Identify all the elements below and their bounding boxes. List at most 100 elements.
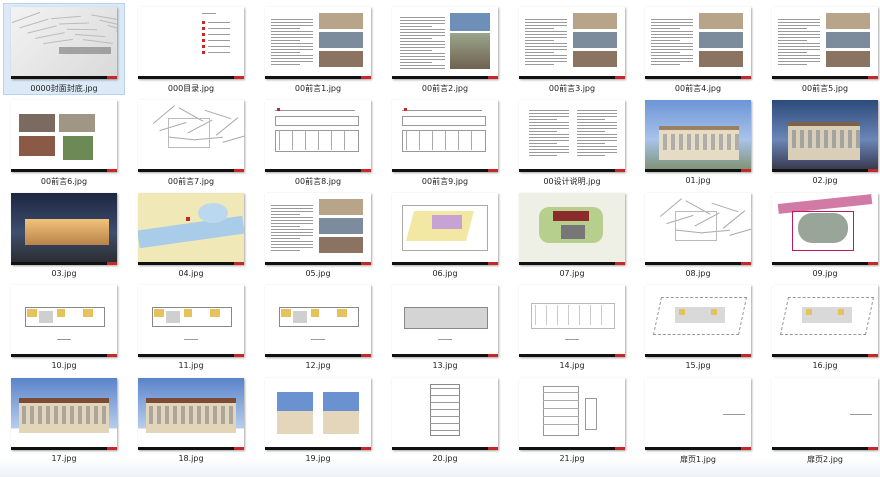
file-thumbnail[interactable]: 扉页1.jpg	[637, 374, 759, 466]
thumbnail-footer-bar	[645, 447, 751, 450]
thumbnail-footer-bar	[138, 262, 244, 265]
file-thumbnail[interactable]: 00前言7.jpg	[130, 96, 252, 188]
thumbnail-image	[519, 100, 625, 172]
file-thumbnail[interactable]: 19.jpg	[257, 374, 379, 466]
file-name-label: 00前言6.jpg	[40, 177, 88, 186]
thumbnail-footer-bar	[11, 447, 117, 450]
thumbnail-image	[392, 285, 498, 357]
thumbnail-image	[265, 193, 371, 265]
file-name-label: 00前言4.jpg	[674, 84, 722, 93]
file-name-label: 10.jpg	[51, 361, 77, 370]
file-name-label: 00前言7.jpg	[167, 177, 215, 186]
thumbnail-footer-bar	[519, 447, 625, 450]
file-name-label: 20.jpg	[432, 454, 458, 463]
thumbnail-footer-bar	[265, 354, 371, 357]
file-name-label: 00前言8.jpg	[294, 177, 342, 186]
file-name-label: 11.jpg	[178, 361, 204, 370]
thumbnail-footer-bar	[519, 76, 625, 79]
file-name-label: 00前言5.jpg	[801, 84, 849, 93]
thumbnail-image	[772, 100, 878, 172]
thumbnail-footer-bar	[11, 262, 117, 265]
file-thumbnail[interactable]: 04.jpg	[130, 189, 252, 281]
file-thumbnail[interactable]: 16.jpg	[764, 281, 880, 373]
thumbnail-footer-bar	[392, 169, 498, 172]
file-thumbnail[interactable]: 00前言3.jpg	[511, 3, 633, 95]
thumbnail-image	[772, 7, 878, 79]
file-name-label: 03.jpg	[51, 269, 77, 278]
thumbnail-image	[645, 7, 751, 79]
thumbnail-image	[645, 285, 751, 357]
thumbnail-image	[11, 7, 117, 79]
file-name-label: 14.jpg	[559, 361, 585, 370]
file-name-label: 04.jpg	[178, 269, 204, 278]
file-thumbnail[interactable]: 09.jpg	[764, 189, 880, 281]
file-name-label: 02.jpg	[812, 176, 838, 185]
file-thumbnail[interactable]: 10.jpg	[3, 281, 125, 373]
thumbnail-image	[772, 378, 878, 450]
file-name-label: 05.jpg	[305, 269, 331, 278]
file-thumbnail[interactable]: 0000封面封底.jpg	[3, 3, 125, 95]
file-name-label: 18.jpg	[178, 454, 204, 463]
thumbnail-image	[265, 378, 371, 450]
file-thumbnail[interactable]: 07.jpg	[511, 189, 633, 281]
thumbnail-image	[645, 378, 751, 450]
file-thumbnail[interactable]: 扉页2.jpg	[764, 374, 880, 466]
thumbnail-footer-bar	[392, 262, 498, 265]
file-thumbnail[interactable]: 20.jpg	[384, 374, 506, 466]
thumbnail-footer-bar	[138, 169, 244, 172]
file-thumbnail[interactable]: 000目录.jpg	[130, 3, 252, 95]
thumbnail-grid: 0000封面封底.jpg 000目录.jpg 00前言1.jpg 00前言2.jpg 0…	[0, 0, 880, 477]
file-thumbnail[interactable]: 00前言1.jpg	[257, 3, 379, 95]
file-thumbnail[interactable]: 11.jpg	[130, 281, 252, 373]
thumbnail-image	[11, 378, 117, 450]
thumbnail-image	[519, 193, 625, 265]
file-name-label: 00设计说明.jpg	[543, 177, 601, 186]
thumbnail-footer-bar	[392, 76, 498, 79]
file-thumbnail[interactable]: 08.jpg	[637, 189, 759, 281]
file-thumbnail[interactable]: 21.jpg	[511, 374, 633, 466]
file-name-label: 12.jpg	[305, 361, 331, 370]
file-name-label: 08.jpg	[685, 269, 711, 278]
thumbnail-image	[519, 285, 625, 357]
thumbnail-image	[392, 378, 498, 450]
thumbnail-image	[265, 100, 371, 172]
file-thumbnail[interactable]: 00前言6.jpg	[3, 96, 125, 188]
thumbnail-image	[392, 100, 498, 172]
file-thumbnail[interactable]: 06.jpg	[384, 189, 506, 281]
file-name-label: 00前言1.jpg	[294, 84, 342, 93]
file-thumbnail[interactable]: 05.jpg	[257, 189, 379, 281]
file-thumbnail[interactable]: 00设计说明.jpg	[511, 96, 633, 188]
file-thumbnail[interactable]: 02.jpg	[764, 96, 880, 188]
thumbnail-image	[138, 378, 244, 450]
file-name-label: 06.jpg	[432, 269, 458, 278]
thumbnail-footer-bar	[138, 354, 244, 357]
file-thumbnail[interactable]: 00前言4.jpg	[637, 3, 759, 95]
file-name-label: 00前言2.jpg	[421, 84, 469, 93]
file-thumbnail[interactable]: 00前言2.jpg	[384, 3, 506, 95]
thumbnail-image	[645, 193, 751, 265]
thumbnail-footer-bar	[772, 169, 878, 172]
file-thumbnail[interactable]: 00前言8.jpg	[257, 96, 379, 188]
thumbnail-footer-bar	[519, 354, 625, 357]
file-thumbnail[interactable]: 17.jpg	[3, 374, 125, 466]
thumbnail-image	[138, 100, 244, 172]
thumbnail-footer-bar	[138, 447, 244, 450]
thumbnail-footer-bar	[265, 262, 371, 265]
file-thumbnail[interactable]: 12.jpg	[257, 281, 379, 373]
file-name-label: 0000封面封底.jpg	[30, 84, 98, 93]
thumbnail-footer-bar	[645, 169, 751, 172]
file-thumbnail[interactable]: 15.jpg	[637, 281, 759, 373]
file-thumbnail[interactable]: 03.jpg	[3, 189, 125, 281]
file-thumbnail[interactable]: 00前言9.jpg	[384, 96, 506, 188]
thumbnail-image	[11, 193, 117, 265]
file-thumbnail[interactable]: 00前言5.jpg	[764, 3, 880, 95]
file-thumbnail[interactable]: 01.jpg	[637, 96, 759, 188]
file-thumbnail[interactable]: 18.jpg	[130, 374, 252, 466]
thumbnail-image	[772, 193, 878, 265]
file-name-label: 01.jpg	[685, 176, 711, 185]
file-name-label: 07.jpg	[559, 269, 585, 278]
file-thumbnail[interactable]: 13.jpg	[384, 281, 506, 373]
thumbnail-image	[11, 100, 117, 172]
thumbnail-footer-bar	[392, 354, 498, 357]
file-thumbnail[interactable]: 14.jpg	[511, 281, 633, 373]
